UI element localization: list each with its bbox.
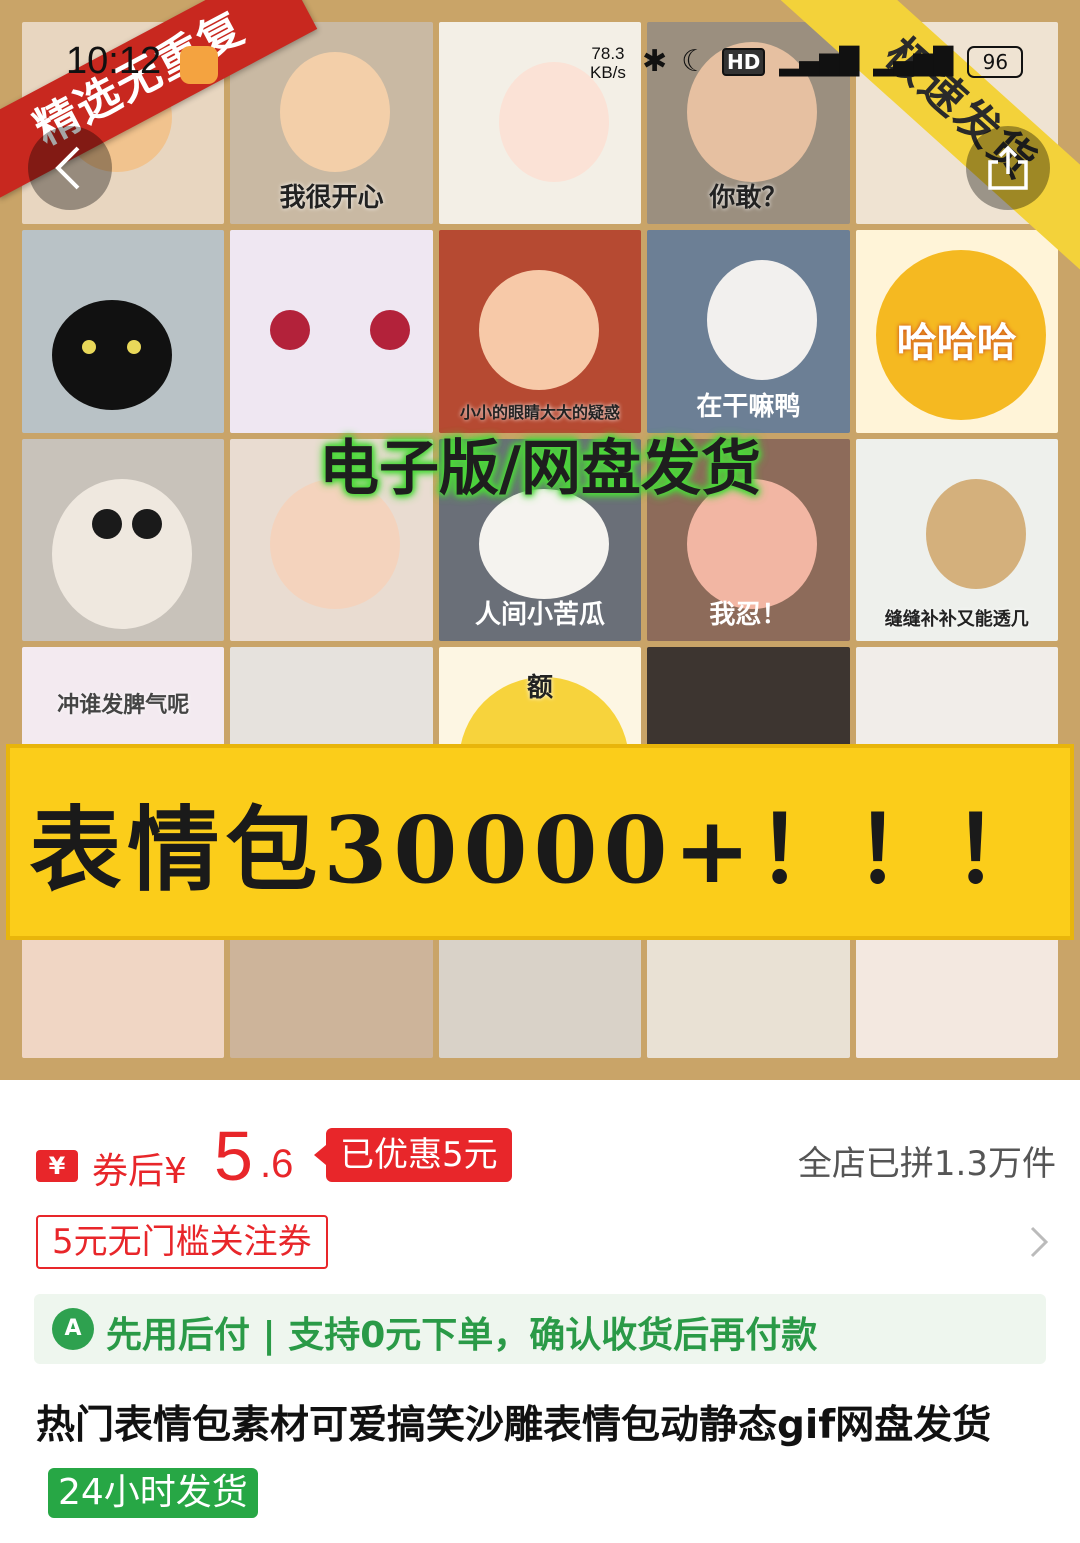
back-button[interactable] [28, 126, 112, 210]
meme-count-text: 表情包30000+！！！ [29, 795, 1051, 904]
meme-tile [230, 230, 433, 433]
meme-caption: 缝缝补补又能透几 [884, 609, 1029, 631]
meme-caption: 我忍！ [709, 600, 788, 631]
price-decimal: .6 [260, 1142, 294, 1186]
meme-caption: 我很开心 [279, 183, 384, 214]
meme-count-banner: 表情包30000+！！！ [6, 744, 1074, 940]
meme-caption: 哈哈哈 [896, 320, 1017, 367]
pay-later-bar[interactable]: A 先用后付 | 支持0元下单，确认收货后再付款 [34, 1294, 1046, 1364]
status-icons: ✱ ☾ HD ▂▄▆█ ▂▄▆█ 96 [642, 44, 1024, 79]
meme-caption: 人间小苦瓜 [474, 600, 605, 631]
pay-later-shield-icon: A [52, 1308, 94, 1350]
after-coupon-label: 券后¥ [92, 1142, 187, 1194]
meme-tile: 在干嘛鸭 [647, 230, 850, 433]
discount-badge: 已优惠5元 [314, 1128, 512, 1182]
meme-caption: 在干嘛鸭 [696, 391, 801, 422]
digital-delivery-banner: 电子版/网盘发货 [319, 434, 761, 504]
pay-later-text: 先用后付 | 支持0元下单，确认收货后再付款 [106, 1315, 818, 1356]
meme-tile: 小小的眼睛大大的疑惑 [438, 230, 642, 433]
yen-badge-icon: ¥ [36, 1150, 78, 1182]
meme-caption: 冲谁发脾气呢 [57, 693, 190, 719]
product-title: 热门表情包素材可爱搞笑沙雕表情包动静态gif网盘发货 24小时发货 [36, 1392, 1046, 1528]
battery-icon: 96 [967, 45, 1024, 78]
signal-icon: ▂▄▆█ [779, 46, 860, 77]
share-button[interactable] [966, 126, 1050, 210]
price-integer: 5 [214, 1117, 253, 1195]
chevron-right-icon[interactable] [1024, 1222, 1054, 1262]
hd-badge: HD [722, 47, 766, 76]
shipping-badge: 24小时发货 [48, 1468, 258, 1518]
meme-tile: 哈哈哈 [855, 230, 1058, 433]
status-bar: 10:12 78.3 KB/s ✱ ☾ HD ▂▄▆█ ▂▄▆█ 96 [0, 0, 1080, 120]
network-speed: 78.3 KB/s [590, 44, 626, 82]
product-title-text: 热门表情包素材可爱搞笑沙雕表情包动静态gif网盘发货 [36, 1403, 992, 1448]
after-coupon-text: 券后 [92, 1151, 165, 1192]
status-time: 10:12 [66, 40, 162, 82]
moon-icon: ☾ [681, 44, 709, 79]
network-speed-value: 78.3 [591, 44, 625, 63]
network-speed-unit: KB/s [590, 63, 626, 82]
chevron-left-icon [55, 146, 80, 190]
share-icon [988, 145, 1028, 190]
signal-icon-2: ▂▄▆█ [873, 46, 954, 77]
sold-count: 全店已拼1.3万件 [797, 1144, 1056, 1184]
meme-caption: 你敢？ [709, 183, 788, 214]
bluetooth-icon: ✱ [642, 44, 668, 79]
notification-app-icon [180, 46, 218, 84]
follow-coupon-button[interactable]: 5元无门槛关注券 [36, 1215, 328, 1269]
price-row: ¥ 券后¥ 5 .6 已优惠5元 全店已拼1.3万件 [36, 1117, 1056, 1195]
meme-caption: 额 [526, 673, 553, 704]
currency-symbol: ¥ [164, 1151, 187, 1192]
meme-tile [22, 230, 225, 433]
product-main-image[interactable]: 我很开心 你敢？ 小小的眼睛大大的疑惑 在干嘛鸭 哈哈哈 人间小苦瓜 我忍！ 缝… [0, 0, 1080, 1080]
